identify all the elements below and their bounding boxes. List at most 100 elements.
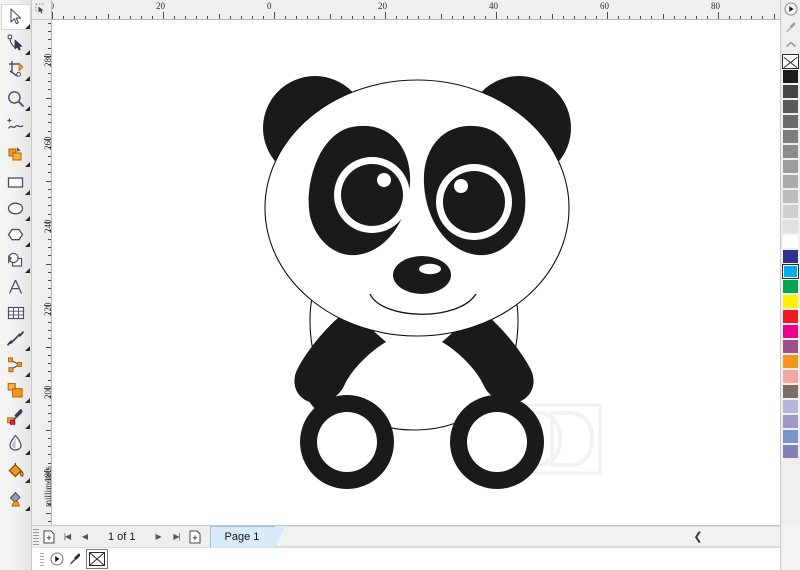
palette-eyedropper-button[interactable]	[781, 18, 800, 36]
flyout-arrow-icon[interactable]	[25, 76, 30, 81]
tool-basic-shapes[interactable]	[1, 248, 31, 274]
horizontal-ruler[interactable]: 40 20 0 20 40 60 80	[52, 0, 800, 20]
ruler-tick	[48, 205, 51, 206]
tool-crop[interactable]	[1, 56, 31, 82]
palette-swatch-gray-40[interactable]	[782, 159, 799, 174]
tool-color-eyedropper[interactable]	[1, 404, 31, 430]
page-navigation-bar: |◀ ◀ 1 of 1 ▶ ▶| Page 1	[32, 525, 800, 548]
last-page-button[interactable]: ▶|	[168, 527, 186, 547]
palette-scroll-up-button[interactable]	[781, 36, 800, 54]
ruler-tick	[341, 16, 342, 19]
previous-page-button[interactable]: ◀	[76, 527, 94, 547]
no-fill-indicator[interactable]	[86, 549, 108, 569]
palette-swatch-slate-violet[interactable]	[782, 444, 799, 459]
tool-ellipse[interactable]	[1, 196, 31, 222]
flyout-arrow-icon[interactable]	[25, 216, 30, 221]
palette-swatch-white[interactable]	[782, 234, 799, 249]
tool-pick[interactable]	[1, 4, 31, 30]
tool-connector[interactable]	[1, 352, 31, 378]
page-scroll-left-button[interactable]: ❮	[690, 526, 706, 546]
palette-swatch-gray-20[interactable]	[782, 189, 799, 204]
ruler-tick	[330, 14, 331, 19]
flyout-arrow-icon[interactable]	[25, 478, 30, 483]
ruler-tick	[296, 16, 297, 19]
palette-swatch-magenta[interactable]	[782, 324, 799, 339]
ruler-tick	[274, 12, 275, 19]
palette-swatch-light-lavender[interactable]	[782, 399, 799, 414]
tool-polygon[interactable]	[1, 222, 31, 248]
palette-swatch-gray-60[interactable]	[782, 129, 799, 144]
panda-illustration[interactable]	[52, 20, 780, 525]
next-page-button[interactable]: ▶	[150, 527, 168, 547]
flyout-arrow-icon[interactable]	[25, 398, 30, 403]
ruler-tick	[48, 438, 51, 439]
palette-swatch-steel-blue[interactable]	[782, 429, 799, 444]
palette-swatch-lavender[interactable]	[782, 414, 799, 429]
add-page-before-button[interactable]	[40, 527, 58, 547]
palette-swatch-green[interactable]	[782, 279, 799, 294]
palette-swatch-no-color[interactable]	[782, 54, 799, 69]
ruler-tick	[48, 164, 51, 165]
ruler-tick	[618, 16, 619, 19]
ruler-tick	[441, 14, 442, 19]
first-page-button[interactable]: |◀	[58, 527, 76, 547]
vertical-ruler[interactable]: millimeters 280 260 240 220 200 180	[32, 20, 52, 525]
palette-swatch-cyan[interactable]	[782, 264, 799, 279]
tool-freehand[interactable]	[1, 112, 31, 138]
ruler-origin-corner[interactable]	[32, 0, 52, 20]
page-tab-1[interactable]: Page 1	[209, 525, 287, 548]
outline-color-indicator[interactable]	[66, 551, 84, 567]
flyout-arrow-icon[interactable]	[25, 106, 30, 111]
flyout-arrow-icon[interactable]	[25, 506, 30, 511]
statusbar-grip[interactable]	[40, 552, 44, 566]
palette-swatch-purple[interactable]	[782, 339, 799, 354]
flyout-arrow-icon[interactable]	[25, 162, 30, 167]
palette-swatch-gray-70[interactable]	[782, 114, 799, 129]
flyout-arrow-icon[interactable]	[25, 132, 30, 137]
flyout-arrow-icon[interactable]	[25, 346, 30, 351]
palette-swatch-gray-50[interactable]	[782, 144, 799, 159]
flyout-arrow-icon[interactable]	[25, 24, 30, 29]
tool-blend[interactable]	[1, 378, 31, 404]
flyout-arrow-icon[interactable]	[25, 450, 30, 455]
flyout-arrow-icon[interactable]	[25, 190, 30, 195]
palette-nav-button[interactable]	[781, 0, 800, 18]
flyout-arrow-icon[interactable]	[25, 372, 30, 377]
palette-swatch-brown-gray[interactable]	[782, 384, 799, 399]
ruler-tick	[48, 280, 51, 281]
palette-swatch-gray-90[interactable]	[782, 84, 799, 99]
tool-transparency[interactable]	[1, 430, 31, 456]
flyout-arrow-icon[interactable]	[25, 50, 30, 55]
palette-swatch-gray-05[interactable]	[782, 219, 799, 234]
tool-zoom[interactable]	[1, 86, 31, 112]
pagebar-grip[interactable]	[33, 528, 39, 545]
tool-rectangle[interactable]	[1, 170, 31, 196]
tool-dimension[interactable]	[1, 326, 31, 352]
tool-shape[interactable]	[1, 30, 31, 56]
palette-swatch-gray-30[interactable]	[782, 174, 799, 189]
drawing-canvas[interactable]	[52, 20, 780, 525]
flyout-arrow-icon[interactable]	[25, 268, 30, 273]
palette-footer	[780, 525, 800, 570]
fill-color-indicator[interactable]	[48, 551, 66, 567]
palette-swatch-salmon[interactable]	[782, 369, 799, 384]
tool-table[interactable]	[1, 300, 31, 326]
tool-interactive-fill[interactable]	[1, 486, 31, 512]
palette-swatch-dark-blue[interactable]	[782, 249, 799, 264]
flyout-arrow-icon[interactable]	[25, 242, 30, 247]
palette-swatch-gray-10[interactable]	[782, 204, 799, 219]
tool-text[interactable]	[1, 274, 31, 300]
ruler-tick	[651, 16, 652, 19]
palette-swatch-black[interactable]	[782, 69, 799, 84]
flyout-arrow-icon[interactable]	[25, 424, 30, 429]
magnifier-icon	[8, 91, 24, 107]
ruler-tick	[48, 504, 51, 505]
palette-swatch-gray-80[interactable]	[782, 99, 799, 114]
add-page-after-button[interactable]	[186, 527, 204, 547]
ruler-tick	[48, 521, 51, 522]
palette-swatch-red[interactable]	[782, 309, 799, 324]
tool-smart-fill[interactable]	[1, 142, 31, 168]
palette-swatch-yellow[interactable]	[782, 294, 799, 309]
tool-fill[interactable]	[1, 458, 31, 484]
palette-swatch-orange[interactable]	[782, 354, 799, 369]
